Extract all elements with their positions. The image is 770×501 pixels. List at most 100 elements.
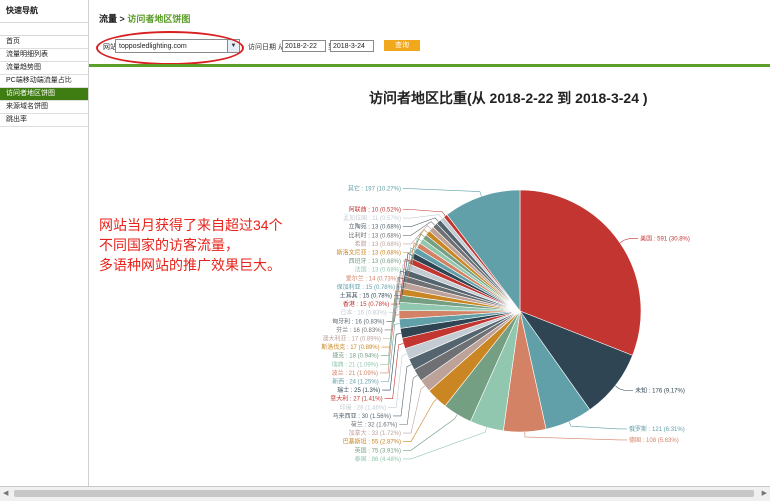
slice-label-name: 香港 [343,300,355,308]
slice-label: 西班牙 : 13 (0.68%) [349,257,401,265]
sidebar-item[interactable]: 跳出率 [0,114,88,127]
slice-label-percent: 0.83% [368,311,386,317]
slice-label-percent: 0.94% [360,354,378,360]
slice-label: 匈牙利 : 16 (0.83%) [332,317,384,325]
slice-label: 日本 : 16 (0.83%) [340,309,386,317]
slice-label-percent: 1.67% [378,423,396,429]
slice-label-name: 德国 [629,436,641,444]
sidebar-item[interactable]: 首页 [0,36,88,49]
slice-label-percent: 6.31% [666,427,684,433]
slice-label: 俄罗斯 : 121 (6.31%) [629,425,685,433]
slice-leader-line [403,385,426,434]
slice-label-percent: 10.27% [379,187,400,193]
slice-label-value: 27 [353,397,360,403]
slice-label-value: 13 [372,225,379,231]
slice-label-name: 美国 [640,234,652,242]
slice-label: 意大利 : 27 (1.41%) [330,395,382,403]
slice-label-value: 17 [352,337,359,343]
slice-label-percent: 0.68% [382,259,400,265]
slice-label-percent: 0.68% [382,233,400,239]
slice-label-percent: 0.68% [382,268,400,274]
sidebar-item[interactable]: 流量明细列表 [0,49,88,62]
slice-label-value: 86 [372,457,379,463]
slice-label-value: 17 [350,345,357,351]
slice-label-value: 10 [372,208,379,214]
slice-label-name: 新西 [332,378,344,386]
slice-label: 英国 : 75 (3.91%) [355,446,401,454]
slice-label-percent: 30.8% [671,236,689,242]
slice-label: 孟加拉国 : 11 (0.57%) [343,214,401,222]
slice-label-value: 13 [372,259,379,265]
slice-label-value: 24 [349,380,356,386]
sidebar-item[interactable]: 来源域名饼图 [0,101,88,114]
scroll-left-icon[interactable]: ◀ [3,489,8,497]
sidebar-item[interactable]: 访问者地区饼图 [0,88,88,101]
slice-label-name: 澳大利亚 [323,335,347,343]
slice-label: 澳大利亚 : 17 (0.89%) [323,335,381,343]
slice-label-value: 18 [349,354,356,360]
slice-label: 马来西亚 : 30 (1.56%) [333,412,391,420]
slice-label-name: 斯洛文尼亚 [337,249,367,257]
slice-leader-line [403,188,482,197]
scroll-right-icon[interactable]: ▶ [762,489,767,497]
slice-label-name: 未知 [635,387,647,395]
slice-label-name: 瑞士 [337,386,349,394]
slice-label: 瑞士 : 25 (1.3%) [337,386,380,394]
slice-label-percent: 0.52% [382,208,400,214]
slice-label-percent: 0.83% [365,319,383,325]
slice-label-percent: 1.09% [359,371,377,377]
annotation-line: 不同国家的访客流量， [99,237,239,253]
slice-label-value: 15 [360,302,367,308]
slice-label: 土耳其 : 15 (0.78%) [340,292,392,300]
slice-label-name: 其它 [348,185,360,193]
slice-leader-line [619,238,639,244]
slice-label-percent: 0.68% [382,251,400,257]
slice-label-value: 15 [363,294,370,300]
annotation-line: 多语种网站的推广效果巨大。 [99,257,281,273]
slice-label: 美国 : 591 (30.8%) [640,234,690,242]
slice-label: 印度 : 28 (1.46%) [340,403,386,411]
slice-label-percent: 3.91% [382,448,400,454]
slice-label-name: 马来西亚 [333,412,357,420]
slice-label-name: 荷兰 [351,421,363,429]
slice-label-percent: 1.09% [359,362,377,368]
slice-label-percent: 9.17% [666,389,684,395]
slice-label-value: 30 [362,414,369,420]
slice-label-name: 波兰 [332,369,344,377]
slice-label-percent: 0.78% [370,302,388,308]
slice-label-value: 25 [354,388,361,394]
slice-label: 芬兰 : 16 (0.83%) [336,326,382,334]
slice-label: 保加利亚 : 15 (0.78%) [337,283,395,291]
slice-label: 斯洛文尼亚 : 13 (0.68%) [337,249,401,257]
slice-leader-line [524,431,627,441]
slice-label-percent: 1.46% [367,405,385,411]
slice-label-percent: 1.41% [364,397,382,403]
slice-label-value: 32 [368,423,375,429]
slice-label: 立陶宛 : 13 (0.68%) [349,223,401,231]
slice-label-value: 75 [372,448,379,454]
sidebar-item[interactable]: 流量趋势图 [0,62,88,75]
horizontal-scrollbar[interactable]: ◀ ▶ [0,486,770,501]
slice-label-percent: 1.25% [360,380,378,386]
slice-label: 泰国 : 86 (4.48%) [355,455,401,463]
slice-label-name: 加拿大 [349,429,367,437]
slice-label-name: 立陶宛 [349,223,367,231]
sidebar-item[interactable]: PC端移动端流量占比 [0,75,88,88]
scrollbar-thumb[interactable] [14,490,754,497]
slice-label-value: 13 [372,268,379,274]
slice-label-name: 捷克 [332,352,344,360]
slice-label-name: 阿联酋 [349,206,367,214]
slice-label: 其它 : 197 (10.27%) [348,185,401,193]
slice-label-value: 33 [372,431,379,437]
sidebar-nav: 首页 流量明细列表 流量趋势图 PC端移动端流量占比 访问者地区饼图 来源域名饼图 跳出率 [0,36,88,127]
slice-label-name: 日本 [340,309,352,317]
slice-label-name: 印度 [340,403,352,411]
slice-leader-line [403,217,439,228]
main-content: 流量 > 访问者地区饼图 网站 topposledlighting.com ▼ … [89,0,770,486]
slice-label-value: 21 [349,371,356,377]
slice-label: 加拿大 : 33 (1.72%) [349,429,401,437]
slice-label-percent: 2.87% [382,440,400,446]
slice-label-percent: 1.56% [372,414,390,420]
slice-leader-line [403,427,487,460]
sidebar-title: 快速导航 [0,0,88,23]
